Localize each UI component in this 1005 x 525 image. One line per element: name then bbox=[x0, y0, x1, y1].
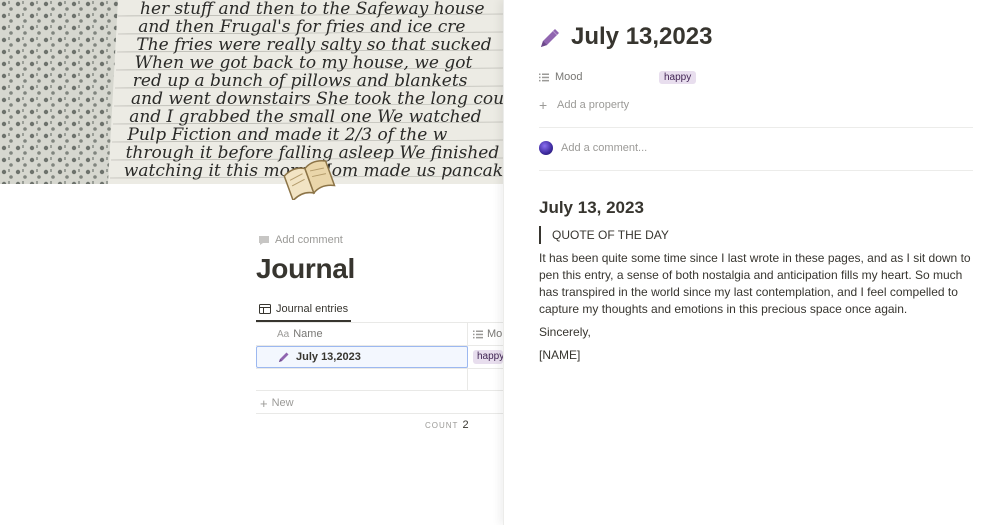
divider bbox=[256, 368, 503, 369]
open-book-icon[interactable] bbox=[280, 154, 336, 200]
add-property-label: Add a property bbox=[557, 99, 630, 111]
side-peek-panel: July 13,2023 Mood happy + Add a property… bbox=[503, 0, 1005, 525]
document-paragraph[interactable]: It has been quite some time since I last… bbox=[539, 250, 972, 318]
plus-icon: + bbox=[260, 395, 268, 411]
property-key[interactable]: Mood bbox=[539, 71, 659, 83]
tab-journal-entries[interactable]: Journal entries bbox=[259, 298, 348, 320]
table-icon bbox=[259, 304, 271, 314]
add-comment-label: Add comment bbox=[275, 234, 343, 246]
text-icon: Aa bbox=[277, 328, 290, 340]
column-label: Mo bbox=[487, 328, 503, 340]
cover-handwriting-line: and went downstairs She took the long co… bbox=[131, 89, 503, 109]
new-label: New bbox=[271, 397, 294, 409]
cover-handwriting-line: and then Frugal's for fries and ice cre bbox=[138, 17, 465, 37]
column-header-name[interactable]: Aa Name bbox=[277, 323, 323, 345]
cover-handwriting-line: The fries were really salty so that suck… bbox=[136, 35, 491, 55]
cover-handwriting-image: her stuff and then to the Safeway housea… bbox=[0, 0, 503, 184]
pencil-icon[interactable] bbox=[539, 27, 561, 49]
property-mood[interactable]: Mood happy bbox=[539, 66, 697, 88]
count-value: 2 bbox=[462, 419, 469, 431]
table-row-name[interactable]: July 13,2023 bbox=[278, 346, 361, 368]
row-count[interactable]: COUNT 2 bbox=[425, 419, 469, 431]
comment-icon bbox=[259, 235, 269, 245]
comment-input[interactable]: Add a comment... bbox=[561, 142, 647, 154]
divider bbox=[539, 127, 973, 128]
cover-image[interactable]: her stuff and then to the Safeway house a… bbox=[0, 0, 503, 184]
column-header-mood[interactable]: Mo bbox=[473, 323, 502, 345]
divider bbox=[256, 413, 503, 414]
table-header: Aa Name Mo bbox=[256, 323, 503, 345]
document-signature[interactable]: [NAME] bbox=[539, 348, 580, 362]
avatar bbox=[539, 141, 553, 155]
add-comment-button[interactable]: Add comment bbox=[258, 234, 343, 246]
panel-title[interactable]: July 13,2023 bbox=[571, 23, 712, 51]
cover-handwriting-line: Pulp Fiction and made it 2/3 of the w bbox=[126, 125, 447, 145]
cover-handwriting-line: When we got back to my house, we got bbox=[135, 53, 473, 73]
divider bbox=[256, 390, 503, 391]
plus-icon: + bbox=[539, 97, 548, 113]
list-icon bbox=[539, 73, 549, 81]
page-title[interactable]: Journal bbox=[256, 253, 355, 285]
cover-handwriting-line: red up a bunch of pillows and blankets bbox=[133, 71, 468, 91]
tab-label: Journal entries bbox=[276, 303, 349, 315]
mood-tag[interactable]: happy bbox=[473, 350, 503, 364]
cover-handwriting-line: and I grabbed the small one We watched bbox=[129, 107, 481, 127]
column-label: Name bbox=[293, 328, 323, 340]
add-property-button[interactable]: + Add a property bbox=[539, 94, 629, 116]
property-key-label: Mood bbox=[555, 71, 583, 83]
new-row-button[interactable]: + New bbox=[260, 395, 294, 411]
comment-row[interactable]: Add a comment... bbox=[539, 141, 647, 155]
mood-value-tag[interactable]: happy bbox=[659, 70, 697, 84]
divider bbox=[539, 170, 973, 171]
journal-page: her stuff and then to the Safeway house a… bbox=[0, 0, 503, 525]
document-heading[interactable]: July 13, 2023 bbox=[539, 198, 644, 218]
document-closing[interactable]: Sincerely, bbox=[539, 325, 591, 339]
row-title: July 13,2023 bbox=[296, 351, 361, 363]
pencil-icon bbox=[279, 352, 289, 362]
count-label: COUNT bbox=[425, 420, 459, 430]
list-icon bbox=[473, 330, 483, 338]
quote-block[interactable]: QUOTE OF THE DAY bbox=[539, 226, 669, 244]
